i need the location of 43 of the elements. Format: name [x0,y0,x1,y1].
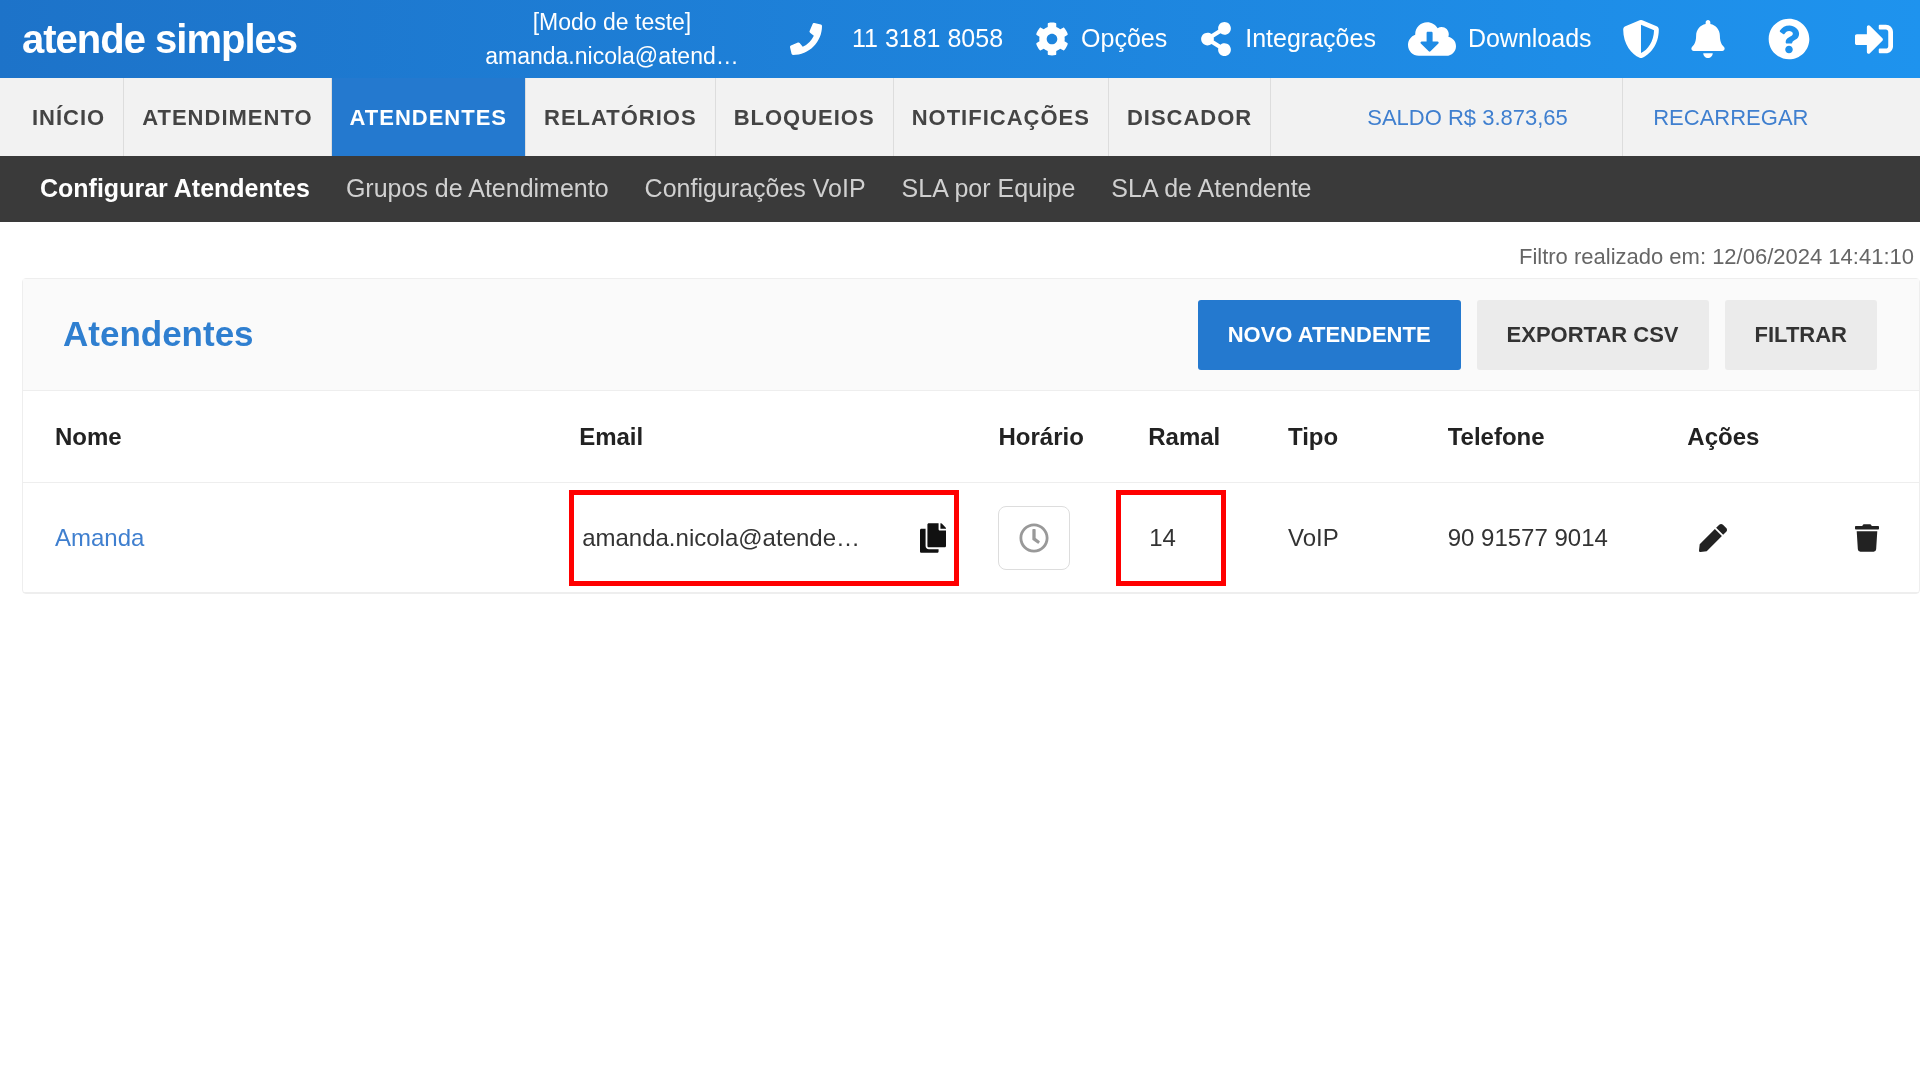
notifications-icon[interactable] [1689,20,1726,58]
filter-timestamp: Filtro realizado em: 12/06/2024 14:41:10 [1518,243,1914,271]
copy-icon[interactable] [920,522,947,553]
header-link[interactable]: Opções [1035,20,1168,58]
sub-nav-link[interactable]: SLA por Equipe [901,170,1076,208]
test-mode-label: [Modo de teste] [532,8,692,37]
user-email: amanda.nicola@atend… [485,42,739,71]
sub-nav-link[interactable]: SLA de Atendente [1111,170,1312,208]
email-cell: amanda.nicola@atende… [569,489,960,586]
type-cell: VoIP [1287,523,1339,551]
extension-cell: 14 [1116,489,1227,586]
logo: atende simples [22,16,298,63]
sub-nav-link[interactable]: Configurar Atendentes [40,170,310,208]
edit-icon[interactable] [1699,523,1728,552]
action-button[interactable]: EXPORTAR CSV [1476,299,1709,370]
header-link[interactable]: Downloads [1407,19,1592,59]
column-header: Email [579,422,644,450]
share-icon [1199,22,1234,56]
action-button[interactable]: FILTRAR [1724,299,1877,370]
schedule-button[interactable] [998,505,1071,570]
phone-number: 11 3181 8058 [852,23,1004,55]
column-header: Horário [998,422,1084,450]
recharge-link[interactable]: RECARREGAR [1653,78,1809,156]
sub-nav-link[interactable]: Grupos de Atendimento [345,170,609,208]
column-header: Ramal [1148,422,1221,450]
phone-cell: 90 91577 9014 [1447,523,1608,551]
shield-icon[interactable] [1621,18,1660,60]
phone-icon [790,23,822,55]
action-button[interactable]: NOVO ATENDENTE [1197,299,1461,370]
cloud-download-icon [1407,19,1456,59]
nav-tab[interactable]: ATENDENTES [331,78,527,156]
header-link[interactable]: Integrações [1199,20,1376,58]
column-header: Nome [55,422,122,450]
column-header: Tipo [1287,422,1339,450]
help-icon[interactable] [1767,18,1810,60]
column-header: Ações [1687,422,1760,450]
column-header: Telefone [1447,422,1545,450]
clock-icon [1019,522,1050,553]
gear-icon [1035,22,1070,56]
sub-nav-link[interactable]: Configurações VoIP [644,170,866,208]
attendant-name-link[interactable]: Amanda [55,523,145,551]
card-title: Atendentes [63,313,255,356]
delete-icon[interactable] [1855,523,1879,552]
